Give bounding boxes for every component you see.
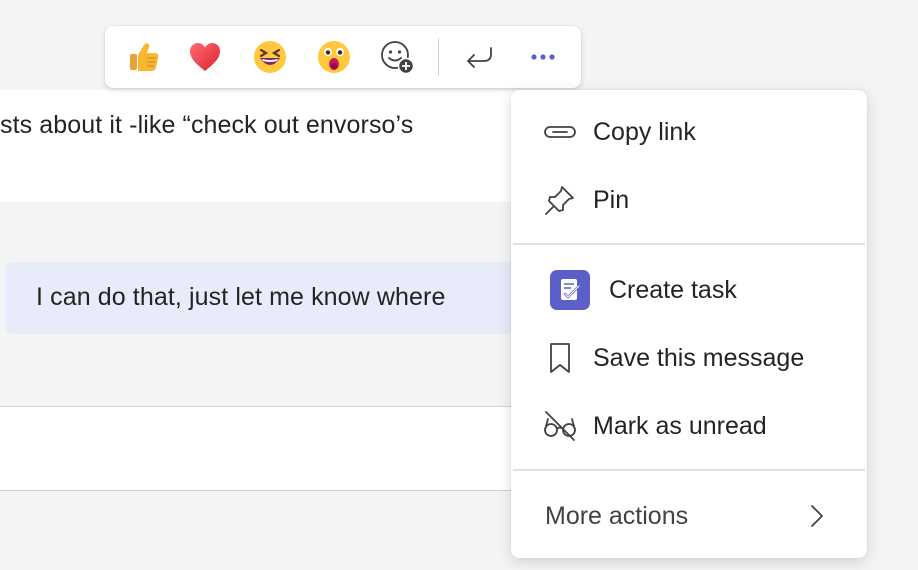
- reply-bubble-text: I can do that, just let me know where: [36, 283, 446, 311]
- mark-unread-menu-item[interactable]: Mark as unread: [511, 398, 867, 454]
- reply-button[interactable]: [459, 37, 499, 77]
- heart-reaction-button[interactable]: [185, 37, 225, 77]
- menu-divider: [513, 243, 865, 245]
- create-task-label: Create task: [609, 276, 737, 304]
- planner-task-icon: [550, 270, 590, 310]
- pin-menu-item[interactable]: Pin: [511, 172, 867, 228]
- reply-icon: [467, 47, 492, 68]
- laughing-face-icon: [254, 41, 286, 73]
- link-icon: [544, 126, 576, 138]
- glasses-off-icon: [544, 411, 576, 441]
- surprised-reaction-button[interactable]: [314, 37, 354, 77]
- add-reaction-button[interactable]: [377, 37, 417, 77]
- reaction-bar: [105, 26, 581, 88]
- emoji-plus-icon: [381, 41, 415, 75]
- save-message-label: Save this message: [593, 344, 805, 372]
- save-message-menu-item[interactable]: Save this message: [511, 330, 867, 386]
- more-actions-label: More actions: [545, 502, 689, 530]
- chevron-right-icon: [811, 505, 823, 527]
- create-task-menu-item[interactable]: Create task: [511, 262, 867, 318]
- thumbs-up-icon: [130, 43, 159, 71]
- copy-link-label: Copy link: [593, 118, 696, 146]
- heart-icon: [190, 43, 220, 71]
- more-actions-menu-item[interactable]: More actions: [511, 488, 867, 544]
- message-text: sts about it -like “check out envorso’s: [0, 111, 414, 139]
- pin-label: Pin: [593, 186, 630, 214]
- laugh-reaction-button[interactable]: [250, 37, 290, 77]
- more-options-icon: [531, 54, 555, 60]
- copy-link-menu-item[interactable]: Copy link: [511, 104, 867, 160]
- toolbar-divider: [438, 38, 439, 76]
- message-context-menu: Copy link Pin Create task Save this mess…: [511, 90, 867, 558]
- divider: [0, 490, 520, 491]
- more-options-button[interactable]: [523, 37, 563, 77]
- surprised-face-icon: [318, 41, 350, 73]
- bookmark-icon: [550, 343, 570, 373]
- message-card: [0, 90, 520, 202]
- compose-box[interactable]: [0, 407, 520, 490]
- mark-unread-label: Mark as unread: [593, 412, 767, 440]
- pin-icon: [545, 186, 574, 215]
- like-reaction-button[interactable]: [123, 37, 163, 77]
- menu-divider: [513, 469, 865, 471]
